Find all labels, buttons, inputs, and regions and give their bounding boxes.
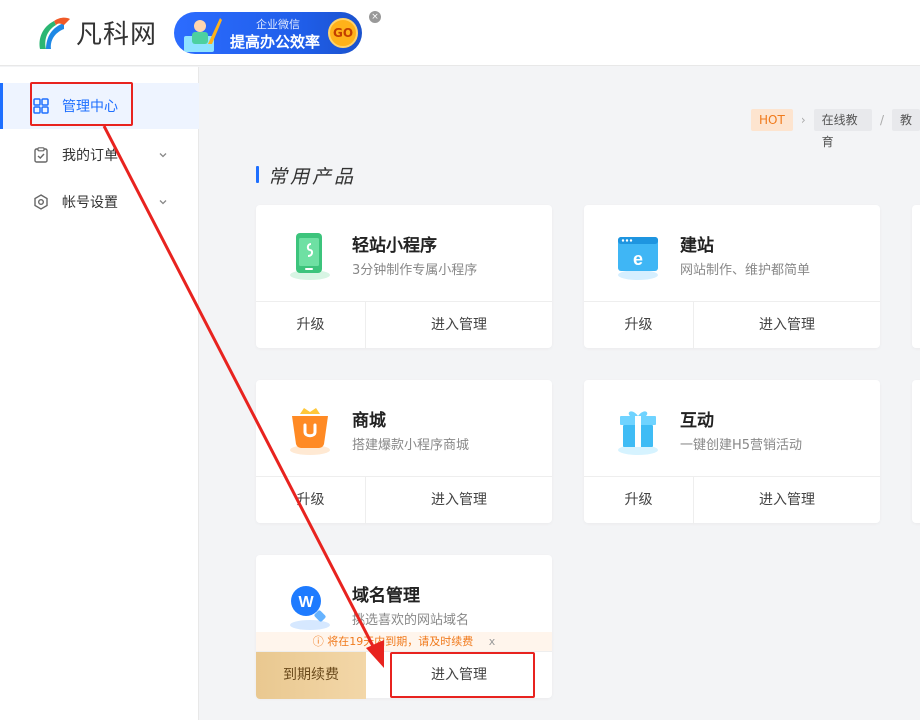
product-title: 商城 [352,411,386,431]
banner-go-button[interactable]: GO [328,18,358,48]
product-description: 挑选喜欢的网站域名 [352,613,470,628]
upgrade-button[interactable]: 升级 [256,477,366,524]
product-title: 轻站小程序 [352,236,437,256]
expiry-warning: ⓘ 将在19天内到期，请及时续费 x [256,632,552,652]
breadcrumb-item-education[interactable]: 教 [891,109,920,131]
svg-text:e: e [633,249,643,269]
card-footer: 升级 进入管理 [584,301,880,349]
logo-mark-icon [39,17,70,49]
banner-line2: 提高办公效率 [230,33,321,51]
upgrade-button[interactable]: 升级 [584,302,694,349]
product-card-partial [912,380,920,523]
enter-management-button[interactable]: 进入管理 [366,477,552,524]
sidebar-item-label: 我的订单 [62,148,118,164]
warning-icon: ⓘ [312,635,328,648]
renew-button[interactable]: 到期续费 [256,652,366,699]
card-footer: 升级 进入管理 [584,476,880,524]
wecom-ad-banner[interactable]: 企业微信 提高办公效率 GO [174,12,362,54]
upgrade-button[interactable]: 升级 [256,302,366,349]
section-title: 常用产品 [256,162,356,189]
enter-management-button[interactable]: 进入管理 [366,302,552,349]
sidebar-item-label: 帐号设置 [62,195,118,211]
warning-close-icon[interactable]: x [489,635,496,648]
upgrade-button[interactable]: 升级 [584,477,694,524]
mini-program-phone-icon [290,233,330,280]
enter-management-button[interactable]: 进入管理 [694,302,880,349]
product-card-partial [912,205,920,348]
chevron-down-icon [159,153,167,158]
product-card-website: e 建站 网站制作、维护都简单 升级 进入管理 [584,205,880,349]
sidebar: 管理中心 我的订单 帐号设置 [0,67,199,720]
website-e-icon: e [618,237,658,280]
domain-w-search-icon: W [290,586,330,630]
shopping-basket-icon [290,408,330,455]
product-card-mini-program: 轻站小程序 3分钟制作专属小程序 升级 进入管理 [256,205,552,349]
banner-close-icon[interactable]: × [369,11,381,23]
breadcrumb-separator: › [800,113,806,127]
product-card-mall: 商城 搭建爆款小程序商城 升级 进入管理 [256,380,552,524]
chevron-down-icon [159,200,167,205]
product-description: 搭建爆款小程序商城 [352,438,470,453]
breadcrumb-hot-tag[interactable]: HOT [751,109,793,131]
office-person-icon [184,18,222,52]
top-header: 凡科网 企业微信 提高办公效率 GO × [0,0,920,66]
expiry-warning-text: 将在19天内到期，请及时续费 [327,635,474,648]
banner-line1: 企业微信 [256,18,300,31]
sidebar-item-my-orders[interactable]: 我的订单 [0,132,199,178]
product-description: 一键创建H5营销活动 [680,438,803,453]
breadcrumb-separator: / [879,113,884,127]
annotation-highlight-box [30,82,133,126]
product-title: 域名管理 [352,586,420,606]
brand-logo[interactable]: 凡科网 [34,14,157,51]
clipboard-check-icon [34,147,48,163]
card-footer: 升级 进入管理 [256,301,552,349]
gift-box-icon [618,411,658,455]
annotation-highlight-box [390,652,535,698]
sidebar-item-account-settings[interactable]: 帐号设置 [0,179,199,225]
card-footer: 升级 进入管理 [256,476,552,524]
product-description: 网站制作、维护都简单 [680,263,811,278]
svg-text:W: W [298,594,314,611]
product-title: 互动 [680,411,714,431]
breadcrumb: HOT › 在线教育 / 教 [751,109,920,149]
product-title: 建站 [680,236,714,256]
enter-management-button[interactable]: 进入管理 [694,477,880,524]
product-description: 3分钟制作专属小程序 [352,263,478,278]
brand-name: 凡科网 [76,20,158,50]
breadcrumb-item-online-education[interactable]: 在线教育 [813,109,872,149]
product-card-interactive: 互动 一键创建H5营销活动 升级 进入管理 [584,380,880,524]
gear-hex-icon [34,194,48,210]
